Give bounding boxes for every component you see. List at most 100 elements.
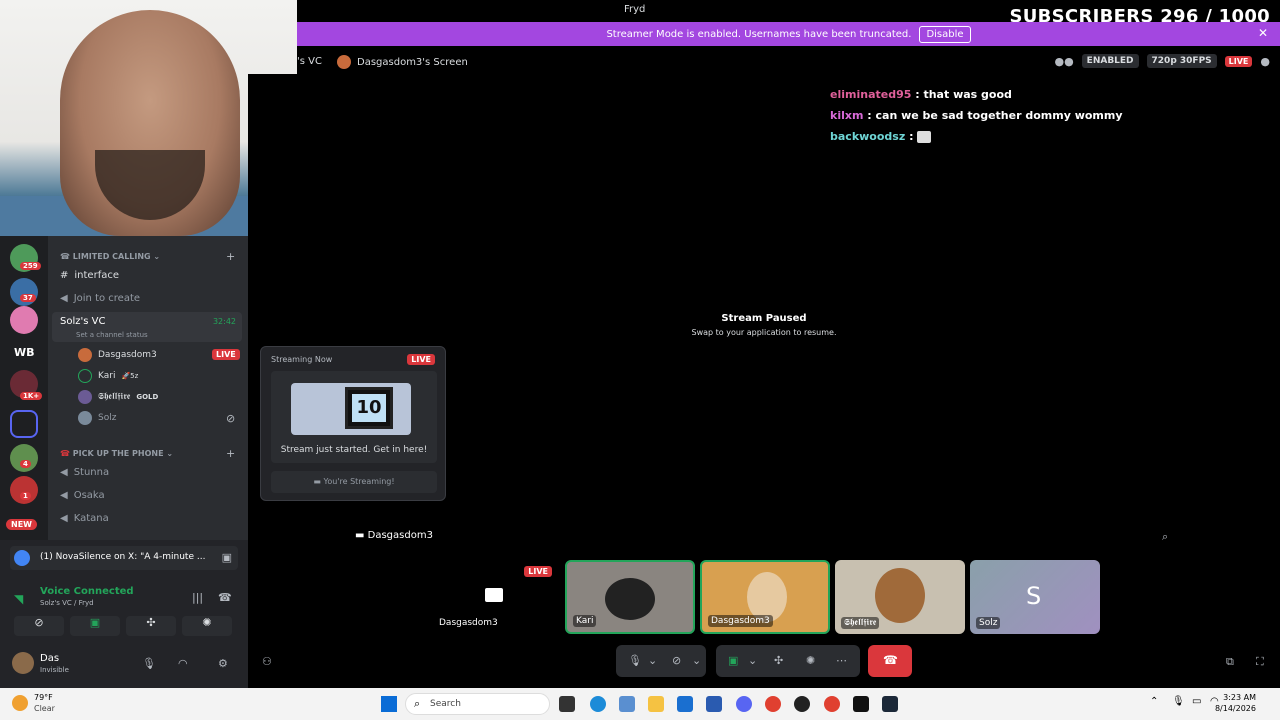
participant-tile[interactable]: 𝕾𝖍𝖊𝖑𝖑𝖋𝖎𝖗𝖊 (835, 560, 965, 634)
microphone-icon[interactable]: 🎙 (628, 654, 642, 667)
share-screen-icon[interactable]: ▣ (728, 654, 738, 667)
app-icon[interactable] (794, 696, 810, 712)
muted-icon: ⊘ (226, 412, 236, 425)
header-right: ●● ENABLED 720p 30FPS LIVE ● (1054, 54, 1270, 68)
member-row[interactable]: Dasgasdom3 (78, 348, 157, 362)
channel-interface[interactable]: # interface (60, 270, 119, 281)
soundboard-button[interactable]: ✺ (182, 616, 232, 636)
participant-tile[interactable]: LIVE Dasgasdom3 (430, 560, 560, 634)
monitor-small-icon: ▬ (313, 477, 321, 486)
vc-status[interactable]: Set a channel status (76, 331, 148, 339)
taskbar-search[interactable]: ⌕ Search (405, 693, 550, 715)
member-row[interactable]: 𝕾𝖍𝖊𝖑𝖑𝖋𝖎𝖗𝖊 GOLD (78, 390, 158, 404)
live-badge: LIVE (1224, 55, 1253, 67)
activities-icon[interactable]: ✣ (774, 654, 783, 667)
category-pick-up-the-phone[interactable]: ☎ PICK UP THE PHONE ⌄ (60, 449, 173, 458)
user-name[interactable]: Das (40, 653, 59, 664)
member-row[interactable]: Kari 🚀5z (78, 369, 138, 383)
zoom-icon[interactable]: ⌕ (1162, 530, 1168, 544)
chat-user: eliminated95 (830, 88, 912, 101)
gear-icon[interactable]: ⚙ (218, 657, 228, 670)
hash-icon: # (60, 270, 69, 281)
chat-bubble-icon[interactable]: ● (1260, 55, 1270, 68)
microphone-icon[interactable]: 🎙 (142, 657, 156, 670)
chevron-down-icon[interactable]: ⌄ (648, 654, 657, 667)
leave-call-button[interactable]: ☎ (868, 645, 912, 677)
clock-time[interactable]: 3:23 AM (1223, 693, 1256, 702)
participant-tile[interactable]: Dasgasdom3 (700, 560, 830, 634)
file-explorer-icon[interactable] (648, 696, 664, 712)
camera-off-icon[interactable]: ⊘ (672, 654, 681, 667)
active-voice-channel[interactable]: Solz's VC 32:42 Set a channel status (52, 312, 242, 342)
voice-channel[interactable]: ◀ Osaka (60, 490, 105, 501)
channel-join-to-create[interactable]: ◀ Join to create (60, 293, 140, 304)
share-screen-button[interactable]: ▣ (70, 616, 120, 636)
weather-condition: Clear (34, 704, 55, 713)
voice-channel[interactable]: ◀ Katana (60, 513, 109, 524)
streamer-avatar (337, 55, 351, 69)
steam-icon[interactable] (882, 696, 898, 712)
soundboard-icon[interactable]: ✺ (806, 654, 815, 667)
participant-tile[interactable]: Kari (565, 560, 695, 634)
capcut-icon[interactable] (853, 696, 869, 712)
disable-button[interactable]: Disable (919, 25, 971, 43)
activities-button[interactable]: ✣ (126, 616, 176, 636)
popout-icon[interactable]: ⧉ (1226, 655, 1234, 669)
task-view-icon[interactable] (559, 696, 575, 712)
camera-off-button[interactable]: ⊘ (14, 616, 64, 636)
copilot-icon[interactable] (619, 696, 635, 712)
headphones-icon[interactable]: ◠ (178, 657, 188, 670)
chevron-down-icon[interactable]: ⌄ (692, 654, 701, 667)
chevron-down-icon[interactable]: ⌄ (748, 654, 757, 667)
voice-channel-path: Solz's VC / Fryd (40, 599, 94, 607)
stream-icon[interactable]: ▣ (222, 551, 232, 564)
youre-streaming-button[interactable]: ▬ You're Streaming! (271, 471, 437, 493)
disconnect-icon[interactable]: ☎ (218, 591, 232, 604)
emote-icon (917, 131, 932, 143)
fullscreen-icon[interactable]: ⛶ (1256, 655, 1264, 669)
edge-icon[interactable] (590, 696, 606, 712)
popup-live-badge: LIVE (407, 354, 435, 365)
start-icon[interactable] (381, 696, 397, 712)
server-icon[interactable] (10, 306, 38, 334)
category-limited-calling[interactable]: ☎ LIMITED CALLING ⌄ (60, 252, 160, 261)
banner-text: Streamer Mode is enabled. Usernames have… (606, 28, 912, 40)
weather-icon[interactable] (12, 695, 28, 711)
streamer-mode-banner: Streamer Mode is enabled. Usernames have… (297, 22, 1280, 46)
user-status: Invisible (40, 666, 69, 674)
chrome-icon[interactable] (824, 696, 840, 712)
vc-name: Solz's VC (60, 316, 106, 327)
microphone-icon[interactable]: 🎙 (1172, 696, 1185, 707)
paused-subtitle: Swap to your application to resume. (691, 328, 837, 337)
avatar[interactable] (12, 652, 34, 674)
noise-suppression-icon[interactable]: ||| (192, 591, 203, 604)
close-icon[interactable]: ✕ (1258, 26, 1268, 40)
folder-icon[interactable] (10, 410, 38, 438)
avatar (875, 568, 925, 623)
chrome-icon[interactable] (765, 696, 781, 712)
voice-status[interactable]: Voice Connected (40, 586, 134, 597)
voice-channel[interactable]: ◀ Stunna (60, 467, 109, 478)
tile-live-badge: LIVE (524, 566, 552, 577)
invite-icon[interactable]: ⚇ (262, 655, 272, 668)
activity-bar[interactable]: (1) NovaSilence on X: "A 4-minute ... ▣ (10, 546, 238, 570)
viewers-icon[interactable]: ●● (1054, 55, 1073, 68)
avatar (78, 348, 92, 362)
enabled-pill[interactable]: ENABLED (1081, 54, 1139, 68)
more-icon[interactable]: ⋯ (836, 654, 847, 667)
add-channel-icon[interactable]: + (226, 447, 235, 460)
member-name: Kari (98, 371, 116, 381)
participant-tile[interactable]: S Solz (970, 560, 1100, 634)
battery-icon[interactable]: ▭ (1192, 696, 1201, 707)
clock-date[interactable]: 8/14/2026 (1215, 704, 1256, 713)
chevron-up-icon[interactable]: ⌃ (1150, 696, 1158, 707)
server-wb[interactable]: WB (14, 346, 35, 359)
streamer-label-text: Dasgasdom3 (367, 530, 433, 541)
channel-label: interface (74, 270, 119, 281)
member-row[interactable]: Solz (78, 411, 116, 425)
add-channel-icon[interactable]: + (226, 250, 235, 263)
outlook-icon[interactable] (677, 696, 693, 712)
discord-icon[interactable] (736, 696, 752, 712)
store-icon[interactable] (706, 696, 722, 712)
popup-card[interactable]: 10 Stream just started. Get in here! (271, 371, 437, 463)
